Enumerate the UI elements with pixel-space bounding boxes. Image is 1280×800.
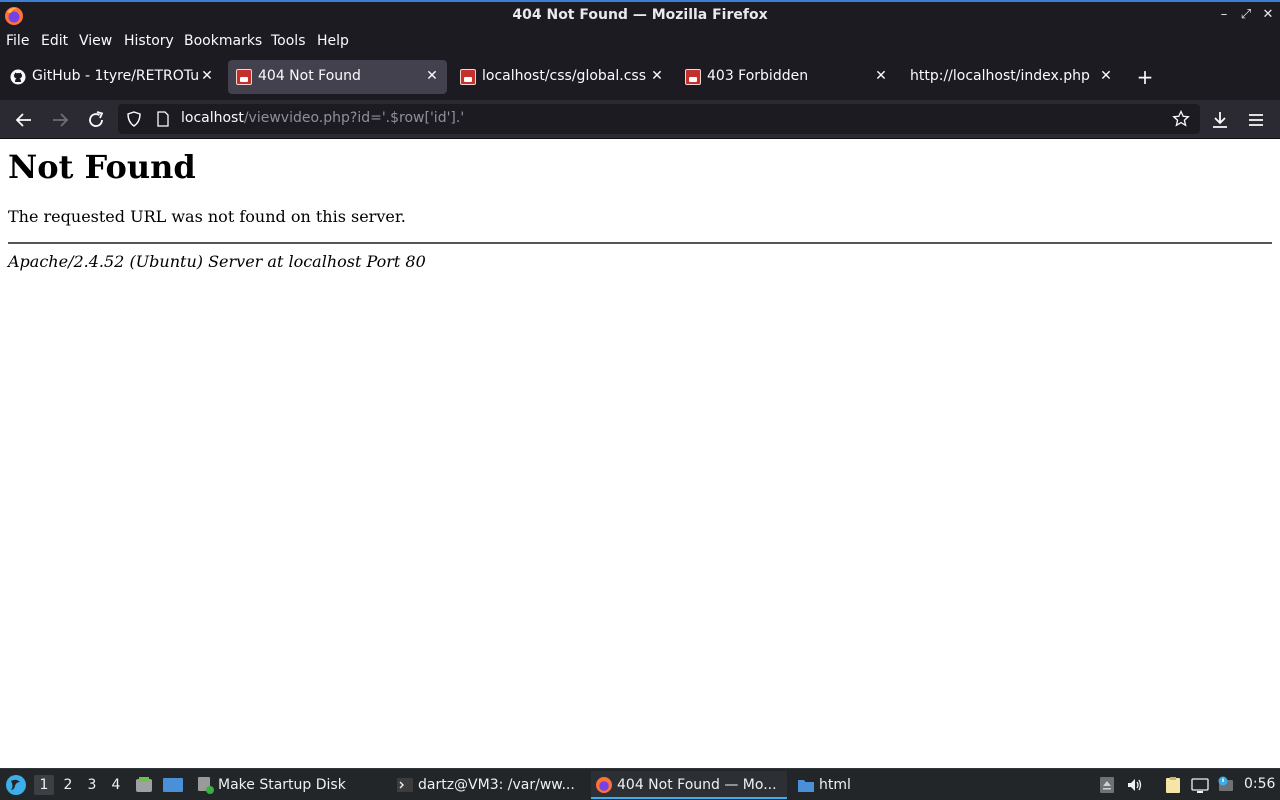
task-make-startup-disk[interactable]: Make Startup Disk <box>192 771 382 799</box>
menu-file[interactable]: File <box>6 33 29 49</box>
github-icon <box>10 69 26 85</box>
hamburger-menu-icon[interactable] <box>1244 108 1268 132</box>
retrotube-favicon-icon <box>685 69 701 85</box>
new-tab-button[interactable]: + <box>1134 66 1156 88</box>
task-label: 404 Not Found — Mo... <box>617 777 777 793</box>
tab-index-php[interactable]: http://localhost/index.php ✕ <box>902 60 1122 94</box>
menu-view[interactable]: View <box>79 33 112 49</box>
task-terminal[interactable]: dartz@VM3: /var/ww... <box>392 771 584 799</box>
workspace-3[interactable]: 3 <box>82 775 102 795</box>
reload-icon[interactable] <box>84 108 108 132</box>
startup-disk-icon <box>198 777 214 794</box>
task-html-folder[interactable]: html <box>793 771 863 799</box>
url-bar[interactable]: localhost/viewvideo.php?id='.$row['id'].… <box>118 104 1200 134</box>
divider <box>8 242 1272 244</box>
close-tab-icon[interactable]: ✕ <box>872 67 890 85</box>
workspace-2[interactable]: 2 <box>58 775 78 795</box>
page-content: Not Found The requested URL was not foun… <box>0 140 1280 768</box>
page-heading: Not Found <box>8 148 196 186</box>
tab-label: 404 Not Found <box>258 68 361 84</box>
downloads-icon[interactable] <box>1208 108 1232 132</box>
close-tab-icon[interactable]: ✕ <box>423 67 441 85</box>
folder-icon <box>798 780 814 792</box>
close-tab-icon[interactable]: ✕ <box>198 67 216 85</box>
volume-icon[interactable] <box>1126 776 1144 794</box>
maximize-button[interactable]: ⤢ <box>1238 7 1254 23</box>
notification-icon[interactable] <box>1218 776 1236 794</box>
task-firefox[interactable]: 404 Not Found — Mo... <box>591 771 787 799</box>
server-signature: Apache/2.4.52 (Ubuntu) Server at localho… <box>8 252 426 271</box>
firefox-icon <box>596 777 612 793</box>
error-message: The requested URL was not found on this … <box>8 207 406 226</box>
url-host: localhost <box>181 110 244 126</box>
start-menu-icon[interactable] <box>5 774 27 796</box>
tab-global-css[interactable]: localhost/css/global.css ✕ <box>452 60 672 94</box>
close-window-button[interactable]: ✕ <box>1260 7 1276 23</box>
tab-bar: GitHub - 1tyre/RETROTub ✕ 404 Not Found … <box>0 54 1280 100</box>
page-info-icon[interactable] <box>155 111 171 127</box>
menu-bar: File Edit View History Bookmarks Tools H… <box>0 30 1280 54</box>
forward-arrow-icon[interactable] <box>48 108 72 132</box>
menu-tools[interactable]: Tools <box>271 33 306 49</box>
show-desktop-icon[interactable] <box>162 775 184 795</box>
menu-edit[interactable]: Edit <box>41 33 68 49</box>
clock[interactable]: 0:56 <box>1244 776 1275 792</box>
task-label: dartz@VM3: /var/ww... <box>418 777 575 793</box>
retrotube-favicon-icon <box>460 69 476 85</box>
tracking-shield-icon[interactable] <box>126 111 142 127</box>
network-icon[interactable] <box>1191 776 1209 794</box>
workspace-1[interactable]: 1 <box>34 775 54 795</box>
taskbar: 1 2 3 4 Make Startup Disk dartz@VM3: /va… <box>0 768 1280 800</box>
workspace-4[interactable]: 4 <box>106 775 126 795</box>
menu-bookmarks[interactable]: Bookmarks <box>184 33 262 49</box>
url-text[interactable]: localhost/viewvideo.php?id='.$row['id'].… <box>181 110 464 126</box>
file-manager-launcher-icon[interactable] <box>134 775 154 795</box>
window-titlebar: 404 Not Found — Mozilla Firefox – ⤢ ✕ <box>0 0 1280 30</box>
task-label: Make Startup Disk <box>218 777 346 793</box>
tab-github[interactable]: GitHub - 1tyre/RETROTub ✕ <box>2 60 222 94</box>
tab-403-forbidden[interactable]: 403 Forbidden ✕ <box>677 60 897 94</box>
menu-help[interactable]: Help <box>317 33 349 49</box>
terminal-icon <box>397 778 413 792</box>
tab-label: http://localhost/index.php <box>910 68 1090 84</box>
task-label: html <box>819 777 851 793</box>
window-title: 404 Not Found — Mozilla Firefox <box>512 7 768 23</box>
tab-404-not-found[interactable]: 404 Not Found ✕ <box>228 60 447 94</box>
close-tab-icon[interactable]: ✕ <box>648 67 666 85</box>
tab-label: localhost/css/global.css <box>482 68 646 84</box>
close-tab-icon[interactable]: ✕ <box>1097 67 1115 85</box>
url-path: /viewvideo.php?id='.$row['id'].' <box>243 110 465 126</box>
retrotube-favicon-icon <box>236 69 252 85</box>
clipboard-icon[interactable] <box>1164 776 1182 794</box>
eject-icon[interactable] <box>1098 776 1116 794</box>
menu-history[interactable]: History <box>124 33 174 49</box>
navigation-toolbar: localhost/viewvideo.php?id='.$row['id'].… <box>0 100 1280 139</box>
minimize-button[interactable]: – <box>1216 7 1232 23</box>
bookmark-star-icon[interactable] <box>1172 110 1190 128</box>
tab-label: 403 Forbidden <box>707 68 809 84</box>
back-arrow-icon[interactable] <box>12 108 36 132</box>
tab-label: GitHub - 1tyre/RETROTub <box>32 68 198 84</box>
